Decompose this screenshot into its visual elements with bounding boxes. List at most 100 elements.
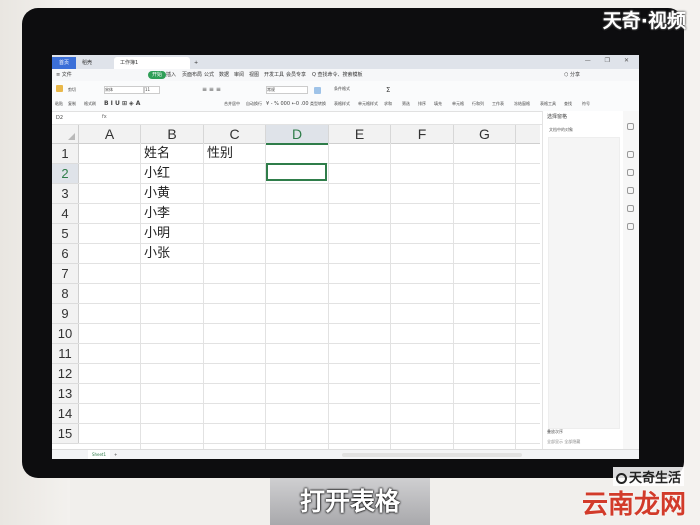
menu-bar: ≡ 文件 开始 插入 页面布局 公式 数据 审阅 视图 开发工具 会员专享 Q … bbox=[52, 69, 639, 81]
select-all-corner[interactable] bbox=[52, 125, 79, 144]
right-sidebar bbox=[623, 111, 639, 449]
watermark-top: 天奇·视频 bbox=[602, 10, 686, 32]
column-header-overflow bbox=[516, 125, 540, 144]
properties-icon[interactable] bbox=[627, 151, 634, 158]
row-header-12[interactable]: 12 bbox=[52, 364, 79, 384]
bold-button[interactable]: B I U ⊞ ◈ A bbox=[104, 100, 140, 107]
align-buttons[interactable]: ≡ ≡ ≡ bbox=[202, 86, 221, 93]
add-sheet-button[interactable]: + bbox=[114, 450, 117, 459]
selection-pane: 选择窗格 文档中的对象 叠放次序 全部显示 全部隐藏 bbox=[542, 111, 623, 449]
menu-view[interactable]: 视图 bbox=[249, 69, 259, 81]
cell-b5[interactable]: 小明 bbox=[141, 224, 170, 243]
font-select[interactable]: 宋体 bbox=[104, 86, 144, 94]
menu-insert[interactable]: 插入 bbox=[166, 69, 176, 81]
active-cell-d2[interactable] bbox=[266, 163, 327, 181]
row-header-10[interactable]: 10 bbox=[52, 324, 79, 344]
table-tools-button[interactable]: 表格工具 bbox=[540, 101, 556, 107]
tab-home[interactable]: 首页 bbox=[52, 57, 76, 69]
tab-docer[interactable]: 稻壳 bbox=[76, 57, 112, 69]
row-header-8[interactable]: 8 bbox=[52, 284, 79, 304]
menu-formula[interactable]: 公式 bbox=[204, 69, 214, 81]
column-header-b[interactable]: B bbox=[141, 125, 204, 144]
menu-developer[interactable]: 开发工具 bbox=[264, 69, 284, 81]
objects-list[interactable] bbox=[548, 137, 620, 429]
sort-button[interactable]: 排序 bbox=[418, 101, 426, 107]
fill-button[interactable]: 填充 bbox=[434, 101, 442, 107]
copy-button[interactable]: 复制 bbox=[68, 101, 76, 107]
style-icon[interactable] bbox=[627, 169, 634, 176]
history-icon[interactable] bbox=[627, 187, 634, 194]
grid-line bbox=[78, 263, 540, 264]
column-header-d[interactable]: D bbox=[266, 125, 329, 145]
sum-button[interactable]: 求和 bbox=[384, 101, 392, 107]
name-box[interactable]: D2 bbox=[54, 114, 96, 122]
row-header-1[interactable]: 1 bbox=[52, 144, 79, 164]
help-icon[interactable] bbox=[627, 223, 634, 230]
horizontal-scrollbar[interactable] bbox=[342, 453, 522, 457]
column-header-f[interactable]: F bbox=[391, 125, 454, 144]
font-size-select[interactable]: 11 bbox=[144, 86, 160, 94]
cell-b1[interactable]: 姓名 bbox=[141, 144, 170, 163]
cell-b6[interactable]: 小张 bbox=[141, 244, 170, 263]
column-header-c[interactable]: C bbox=[204, 125, 266, 144]
grid-line bbox=[78, 283, 540, 284]
cell-b3[interactable]: 小黄 bbox=[141, 184, 170, 203]
worksheet-button[interactable]: 工作表 bbox=[492, 101, 504, 107]
row-header-11[interactable]: 11 bbox=[52, 344, 79, 364]
symbol-button[interactable]: 符号 bbox=[582, 101, 590, 107]
row-header-15[interactable]: 15 bbox=[52, 424, 79, 444]
column-header-g[interactable]: G bbox=[454, 125, 516, 144]
grid-line bbox=[78, 343, 540, 344]
find-button[interactable]: 查找 bbox=[564, 101, 572, 107]
window-controls[interactable]: — ❐ ✕ bbox=[585, 57, 635, 64]
row-header-7[interactable]: 7 bbox=[52, 264, 79, 284]
filter-button[interactable]: 筛选 bbox=[402, 101, 410, 107]
column-header-e[interactable]: E bbox=[329, 125, 391, 144]
format-painter-button[interactable]: 格式刷 bbox=[84, 101, 96, 107]
column-header-a[interactable]: A bbox=[79, 125, 141, 144]
table-style-button[interactable]: 表格样式 bbox=[334, 101, 350, 107]
row-header-14[interactable]: 14 bbox=[52, 404, 79, 424]
backup-icon[interactable] bbox=[627, 205, 634, 212]
menu-start[interactable]: 开始 bbox=[148, 71, 167, 79]
command-search[interactable]: Q 查找命令、搜索模板 bbox=[312, 69, 363, 81]
share-button[interactable]: ⬡ 分享 bbox=[564, 69, 580, 81]
row-header-5[interactable]: 5 bbox=[52, 224, 79, 244]
freeze-button[interactable]: 冻结窗格 bbox=[514, 101, 530, 107]
cond-format-button[interactable]: 条件格式 bbox=[334, 86, 350, 92]
row-header-6[interactable]: 6 bbox=[52, 244, 79, 264]
file-menu[interactable]: ≡ 文件 bbox=[56, 69, 72, 81]
watermark-yunnan: 云南龙网 bbox=[581, 490, 686, 520]
grid-line bbox=[78, 383, 540, 384]
row-col-button[interactable]: 行和列 bbox=[472, 101, 484, 107]
tab-workbook[interactable]: 工作簿1 bbox=[114, 57, 190, 69]
row-header-3[interactable]: 3 bbox=[52, 184, 79, 204]
number-format-select[interactable]: 常规 bbox=[266, 86, 308, 94]
type-convert-button[interactable]: 类型转换 bbox=[310, 101, 326, 107]
spreadsheet-grid[interactable]: A B C D E F G 1 2 3 4 5 6 7 8 9 10 11 12… bbox=[52, 125, 540, 449]
cell-style-button[interactable]: 单元格样式 bbox=[358, 101, 378, 107]
spreadsheet-window: 首页 稻壳 工作簿1 + — ❐ ✕ ≡ 文件 开始 插入 页面布局 公式 数据… bbox=[52, 55, 639, 459]
menu-member[interactable]: 会员专享 bbox=[286, 69, 306, 81]
paste-button[interactable]: 粘贴 bbox=[55, 101, 63, 107]
menu-page-layout[interactable]: 页面布局 bbox=[182, 69, 202, 81]
menu-review[interactable]: 审阅 bbox=[234, 69, 244, 81]
cell-c1[interactable]: 性别 bbox=[204, 144, 233, 163]
wrap-text-button[interactable]: 自动换行 bbox=[246, 101, 262, 107]
show-hide-all[interactable]: 全部显示 全部隐藏 bbox=[547, 439, 580, 445]
row-header-2[interactable]: 2 bbox=[52, 164, 79, 184]
sheet-tab-sheet1[interactable]: Sheet1 bbox=[88, 450, 110, 459]
row-header-9[interactable]: 9 bbox=[52, 304, 79, 324]
cell-button[interactable]: 单元格 bbox=[452, 101, 464, 107]
cursor-icon[interactable] bbox=[627, 123, 634, 130]
row-header-4[interactable]: 4 bbox=[52, 204, 79, 224]
menu-data[interactable]: 数据 bbox=[219, 69, 229, 81]
new-tab-button[interactable]: + bbox=[188, 57, 204, 69]
row-header-13[interactable]: 13 bbox=[52, 384, 79, 404]
cut-button[interactable]: 剪切 bbox=[68, 87, 76, 93]
cell-b2[interactable]: 小红 bbox=[141, 164, 170, 183]
fx-icon[interactable]: fx bbox=[102, 114, 107, 120]
merge-center-button[interactable]: 合并居中 bbox=[224, 101, 240, 107]
cell-b4[interactable]: 小李 bbox=[141, 204, 170, 223]
number-format-buttons[interactable]: ¥ - % 000 ←0 .00 bbox=[266, 101, 309, 107]
